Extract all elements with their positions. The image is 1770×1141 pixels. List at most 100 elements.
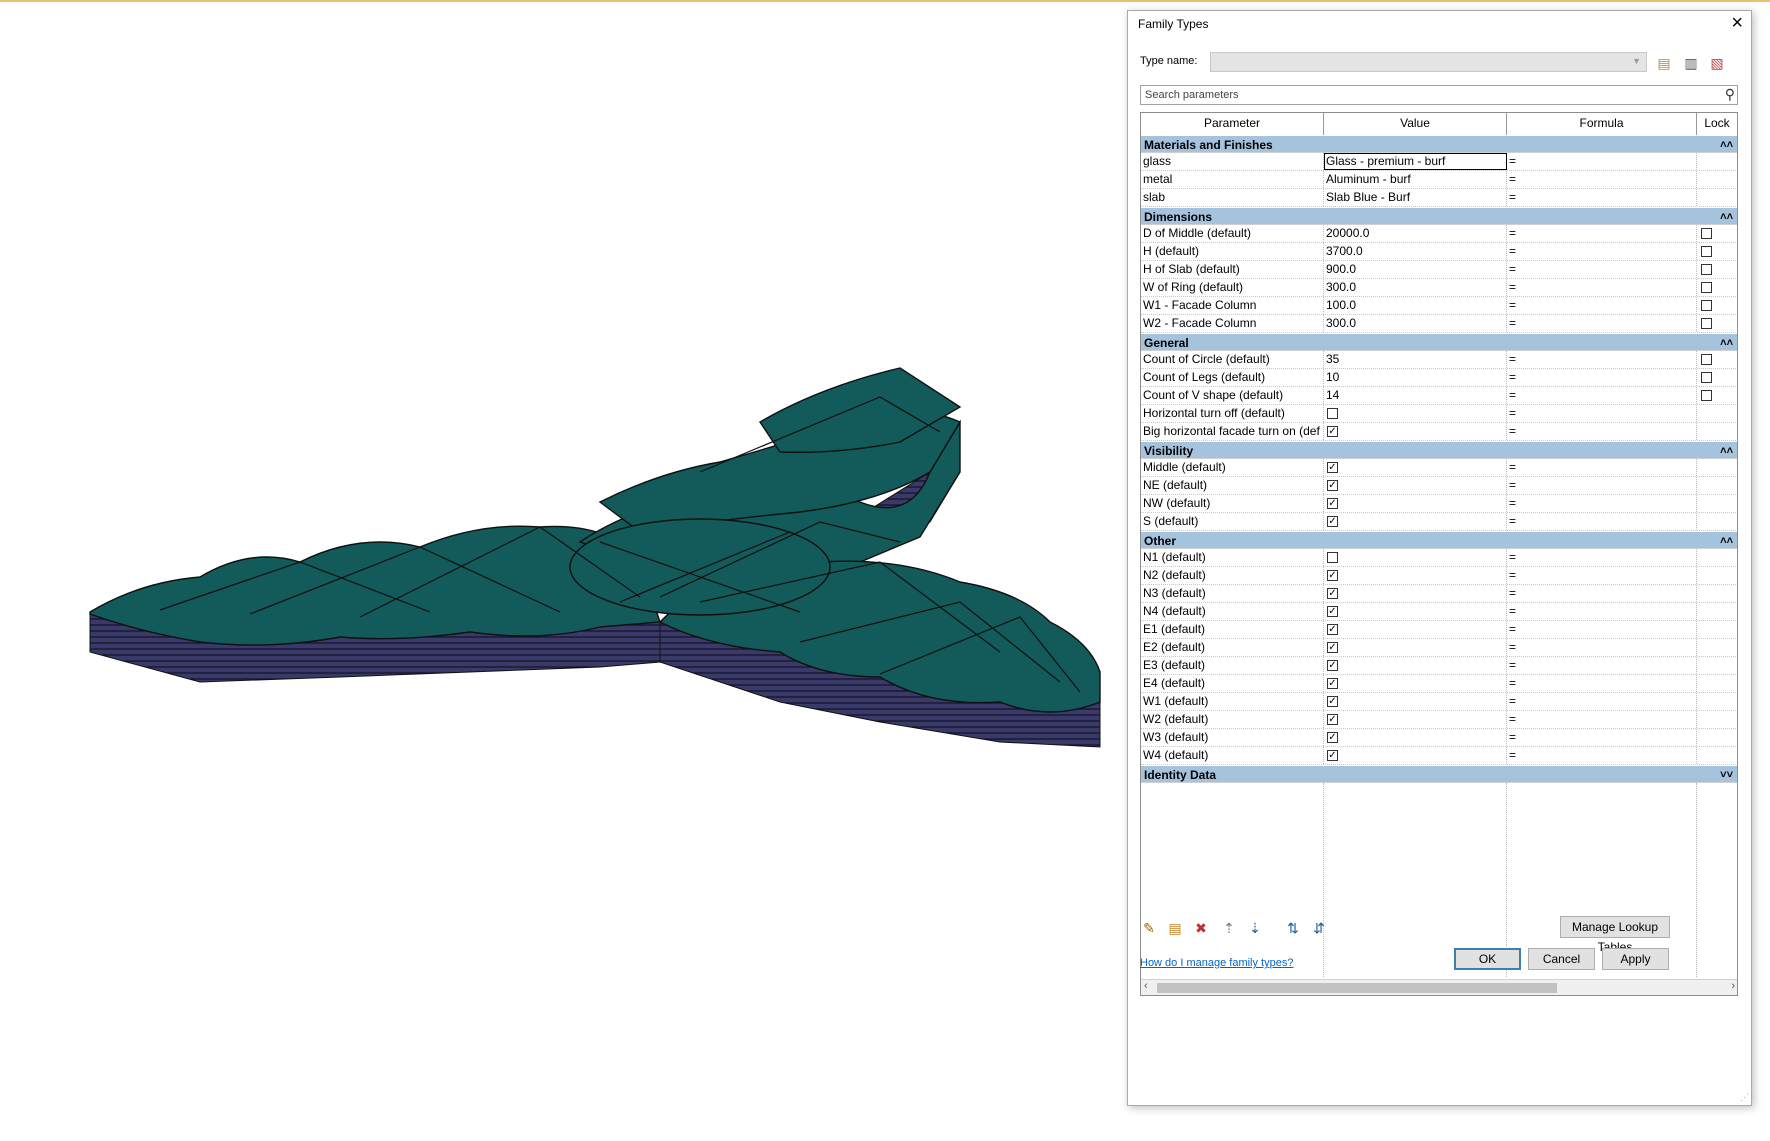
formula-cell[interactable]: = [1507,297,1697,314]
value-cell[interactable]: 300.0 [1324,315,1507,332]
collapse-toggle-icon[interactable]: ˄˄ [1720,532,1733,550]
formula-cell[interactable]: = [1507,729,1697,746]
parameter-row[interactable]: W1 (default) ✓ = [1141,693,1737,711]
value-cell[interactable]: Slab Blue - Burf [1324,189,1507,206]
parameter-row[interactable]: E3 (default) ✓ = [1141,657,1737,675]
parameter-row[interactable]: H of Slab (default) 900.0 = [1141,261,1737,279]
formula-cell[interactable]: = [1507,477,1697,494]
formula-cell[interactable]: = [1507,495,1697,512]
value-checkbox[interactable]: ✓ [1327,588,1338,599]
value-checkbox[interactable]: ✓ [1327,660,1338,671]
move-up-icon[interactable]: ⇡ [1218,918,1240,938]
formula-cell[interactable]: = [1507,315,1697,332]
rename-type-icon[interactable]: ▥ [1680,53,1702,73]
lock-checkbox[interactable] [1701,354,1712,365]
collapse-toggle-icon[interactable]: ˄˄ [1720,208,1733,226]
value-checkbox[interactable]: ✓ [1327,624,1338,635]
lock-checkbox[interactable] [1701,264,1712,275]
3d-model-viewport[interactable] [0,2,1125,1141]
group-header[interactable]: Materials and Finishes ˄˄ [1141,135,1737,153]
value-checkbox[interactable] [1327,408,1338,419]
lock-checkbox[interactable] [1701,372,1712,383]
formula-cell[interactable]: = [1507,657,1697,674]
formula-cell[interactable]: = [1507,423,1697,440]
resize-grip-icon[interactable]: ⋰ [1740,1092,1749,1103]
formula-cell[interactable]: = [1507,675,1697,692]
lock-checkbox[interactable] [1701,300,1712,311]
column-header-value[interactable]: Value [1324,113,1507,135]
value-cell[interactable]: Glass - premium - burf [1324,153,1507,170]
sort-descending-icon[interactable]: ⇵ [1308,918,1330,938]
column-header-formula[interactable]: Formula [1507,113,1697,135]
scroll-thumb[interactable] [1157,983,1557,993]
dialog-titlebar[interactable]: Family Types × [1128,11,1751,39]
help-link[interactable]: How do I manage family types? [1140,957,1293,969]
parameter-row[interactable]: Count of V shape (default) 14 = [1141,387,1737,405]
formula-cell[interactable]: = [1507,747,1697,764]
lock-checkbox[interactable] [1701,228,1712,239]
parameter-row[interactable]: W1 - Facade Column 100.0 = [1141,297,1737,315]
cancel-button[interactable]: Cancel [1528,948,1595,970]
value-cell[interactable]: 900.0 [1324,261,1507,278]
group-header[interactable]: Other ˄˄ [1141,531,1737,550]
formula-cell[interactable]: = [1507,711,1697,728]
parameter-row[interactable]: metal Aluminum - burf = [1141,171,1737,189]
apply-button[interactable]: Apply [1602,948,1669,970]
edit-pencil-icon[interactable]: ✎ [1138,918,1160,938]
value-checkbox[interactable]: ✓ [1327,462,1338,473]
formula-cell[interactable]: = [1507,189,1697,206]
value-checkbox[interactable]: ✓ [1327,678,1338,689]
parameter-row[interactable]: E2 (default) ✓ = [1141,639,1737,657]
value-checkbox[interactable]: ✓ [1327,696,1338,707]
value-checkbox[interactable]: ✓ [1327,732,1338,743]
value-cell[interactable]: 3700.0 [1324,243,1507,260]
formula-cell[interactable]: = [1507,153,1697,170]
formula-cell[interactable]: = [1507,261,1697,278]
formula-cell[interactable]: = [1507,351,1697,368]
group-header[interactable]: Dimensions ˄˄ [1141,207,1737,226]
lock-checkbox[interactable] [1701,246,1712,257]
collapse-toggle-icon[interactable]: ˅˅ [1720,766,1733,784]
value-cell[interactable]: 300.0 [1324,279,1507,296]
parameter-row[interactable]: NW (default) ✓ = [1141,495,1737,513]
value-cell[interactable]: 35 [1324,351,1507,368]
parameter-row[interactable]: E4 (default) ✓ = [1141,675,1737,693]
formula-cell[interactable]: = [1507,693,1697,710]
move-down-icon[interactable]: ⇣ [1244,918,1266,938]
parameter-row[interactable]: NE (default) ✓ = [1141,477,1737,495]
manage-lookup-tables-button[interactable]: Manage Lookup Tables [1560,916,1670,954]
column-header-lock[interactable]: Lock [1697,113,1737,135]
parameter-row[interactable]: W3 (default) ✓ = [1141,729,1737,747]
formula-cell[interactable]: = [1507,171,1697,188]
group-header[interactable]: Visibility ˄˄ [1141,441,1737,460]
scroll-left-icon[interactable]: ‹ [1144,980,1148,992]
parameter-row[interactable]: Middle (default) ✓ = [1141,459,1737,477]
column-header-parameter[interactable]: Parameter [1141,113,1324,135]
value-checkbox[interactable]: ✓ [1327,570,1338,581]
ok-button[interactable]: OK [1454,948,1521,970]
value-checkbox[interactable]: ✓ [1327,714,1338,725]
value-cell[interactable]: 100.0 [1324,297,1507,314]
search-parameters-input[interactable]: Search parameters ⚲ [1140,85,1738,105]
formula-cell[interactable]: = [1507,225,1697,242]
formula-cell[interactable]: = [1507,549,1697,566]
formula-cell[interactable]: = [1507,279,1697,296]
parameter-row[interactable]: W of Ring (default) 300.0 = [1141,279,1737,297]
parameter-row[interactable]: Count of Legs (default) 10 = [1141,369,1737,387]
parameter-row[interactable]: N2 (default) ✓ = [1141,567,1737,585]
value-cell[interactable]: 14 [1324,387,1507,404]
scroll-right-icon[interactable]: › [1731,980,1735,992]
lock-checkbox[interactable] [1701,318,1712,329]
parameter-row[interactable]: W4 (default) ✓ = [1141,747,1737,765]
parameter-row[interactable]: N3 (default) ✓ = [1141,585,1737,603]
formula-cell[interactable]: = [1507,405,1697,422]
value-checkbox[interactable]: ✓ [1327,498,1338,509]
parameter-row[interactable]: S (default) ✓ = [1141,513,1737,531]
delete-type-icon[interactable]: ▧ [1706,53,1728,73]
parameter-row[interactable]: E1 (default) ✓ = [1141,621,1737,639]
formula-cell[interactable]: = [1507,639,1697,656]
horizontal-scrollbar[interactable]: ‹ › [1141,979,1737,995]
parameter-row[interactable]: W2 - Facade Column 300.0 = [1141,315,1737,333]
parameter-row[interactable]: slab Slab Blue - Burf = [1141,189,1737,207]
collapse-toggle-icon[interactable]: ˄˄ [1720,442,1733,460]
